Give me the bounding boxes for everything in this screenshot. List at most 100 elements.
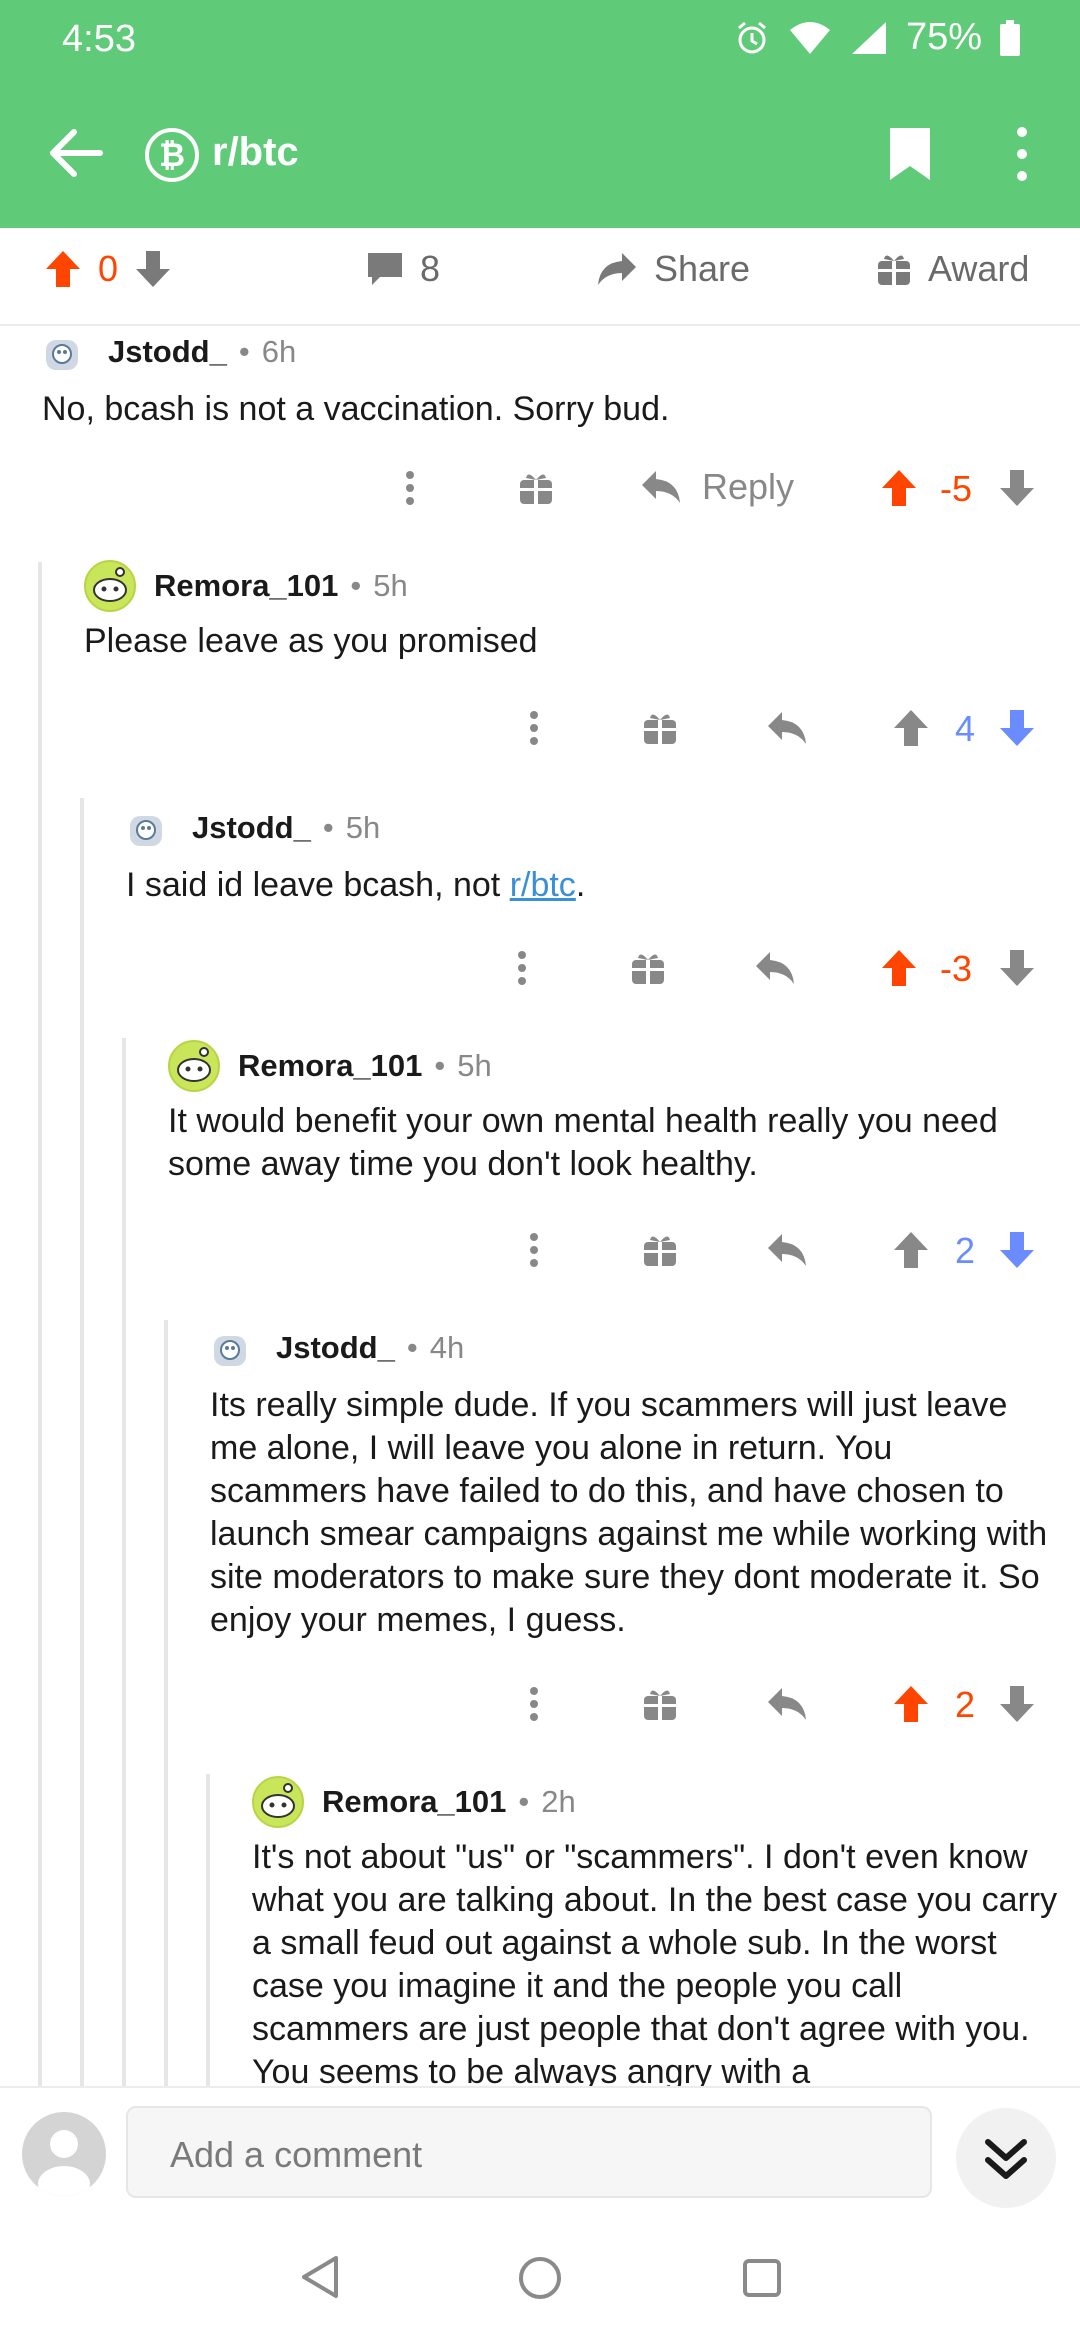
status-time: 4:53 [62,18,136,60]
avatar[interactable] [168,1040,220,1092]
expand-button[interactable] [956,2108,1056,2208]
subreddit-link[interactable]: r/btc [510,866,576,904]
reply-button[interactable]: Reply [640,466,794,508]
share-button[interactable]: Share [596,248,750,290]
upvote-icon[interactable] [892,1684,930,1724]
comment-author[interactable]: Jstodd_ [276,1330,395,1366]
battery-percent: 75% [905,16,982,58]
comment-author[interactable]: Remora_101 [154,568,338,604]
avatar[interactable] [42,330,82,374]
reply-icon [642,471,680,503]
nav-home-icon[interactable] [518,2256,562,2300]
comment-age: 5h [457,1048,492,1083]
meta-dot: • [350,568,362,603]
comment: Remora_101 • 5h Please leave as you prom… [84,560,1044,663]
downvote-icon[interactable] [998,948,1036,988]
post-action-bar: 0 8 Share Award [0,228,1080,326]
gift-icon[interactable] [630,950,666,986]
add-comment-input[interactable]: Add a comment [126,2106,932,2198]
comment: Remora_101 • 2h It's not about "us" or "… [252,1776,1062,2086]
wifi-icon [789,21,830,54]
back-arrow-icon[interactable] [44,122,106,184]
gift-icon [878,255,910,285]
upvote-icon[interactable] [892,1230,930,1270]
comment-actions: 2 [0,1676,1080,1732]
nav-back-icon[interactable] [298,2254,342,2300]
comment-age: 4h [429,1330,465,1365]
avatar[interactable] [126,806,166,850]
thread-line [206,1774,210,2086]
award-button[interactable]: Award [876,248,1029,290]
gift-icon[interactable] [518,470,554,506]
comment-body: I said id leave bcash, not r/btc. [126,864,1046,907]
comment-author[interactable]: Remora_101 [238,1048,422,1084]
user-avatar[interactable] [22,2112,106,2196]
comment: Jstodd_ • 5h I said id leave bcash, not … [126,806,1046,907]
comment-score: 2 [955,1230,976,1271]
downvote-icon[interactable] [998,468,1036,508]
downvote-icon[interactable] [134,249,172,289]
meta-dot: • [434,1048,446,1083]
subreddit-name[interactable]: r/btc [212,130,299,175]
comment-body: Please leave as you promised [84,622,538,660]
upvote-icon[interactable] [880,468,918,508]
avatar[interactable] [210,1326,250,1370]
comment: Remora_101 • 5h It would benefit your ow… [168,1040,1048,1186]
meta-dot: • [518,1784,530,1819]
gift-icon[interactable] [642,710,678,746]
comment-actions: -3 [0,940,1080,996]
nav-recents-icon[interactable] [742,2258,782,2298]
share-icon [598,253,636,285]
meta-dot: • [238,334,250,369]
award-label: Award [928,248,1030,289]
more-icon[interactable] [528,1686,540,1722]
thread-line [38,562,42,2086]
reply-icon[interactable] [754,950,796,986]
downvote-icon[interactable] [998,1230,1036,1270]
comment-author[interactable]: Jstodd_ [108,334,227,370]
comment-author[interactable]: Jstodd_ [192,810,311,846]
downvote-icon[interactable] [998,708,1036,748]
comment-score: 2 [955,1684,976,1725]
upvote-icon[interactable] [44,249,82,289]
upvote-icon[interactable] [892,708,930,748]
comment-body: Its really simple dude. If you scammers … [210,1386,1048,1639]
avatar[interactable] [252,1776,304,1828]
comment-count: 8 [420,248,441,289]
alarm-icon [737,21,766,53]
post-vote-group: 0 [44,248,172,290]
more-options-icon[interactable] [1004,124,1040,184]
more-icon[interactable] [528,710,540,746]
app-header: ₿ r/btc [0,78,1080,228]
gift-icon[interactable] [642,1686,678,1722]
reply-label: Reply [702,466,795,507]
upvote-icon[interactable] [880,948,918,988]
gift-icon[interactable] [642,1232,678,1268]
comment-icon [368,253,402,285]
body-text: . [575,866,586,904]
bookmark-icon[interactable] [888,126,932,182]
comment-age: 5h [373,568,408,603]
more-icon[interactable] [404,470,416,506]
more-icon[interactable] [528,1232,540,1268]
comments-button[interactable]: 8 [366,248,440,290]
more-icon[interactable] [516,950,528,986]
comment-age: 2h [541,1784,576,1819]
comment-body: No, bcash is not a vaccination. Sorry bu… [42,390,670,428]
body-text: I said id leave bcash, not [126,866,510,904]
comment-score: 4 [955,708,976,749]
comment-author[interactable]: Remora_101 [322,1784,506,1820]
reply-icon[interactable] [766,1232,808,1268]
share-label: Share [654,248,751,289]
subreddit-bitcoin-icon[interactable]: ₿ [145,128,199,182]
comment: Jstodd_ • 6h No, bcash is not a vaccinat… [42,330,1042,431]
comment-composer: Add a comment [0,2086,1080,2216]
reply-icon[interactable] [766,1686,808,1722]
comment-actions: 4 [0,700,1080,756]
comment-score: -3 [940,948,973,989]
avatar[interactable] [84,560,136,612]
system-nav-bar [0,2214,1080,2340]
reply-icon[interactable] [766,710,808,746]
downvote-icon[interactable] [998,1684,1036,1724]
comment-body: It would benefit your own mental health … [168,1102,998,1183]
